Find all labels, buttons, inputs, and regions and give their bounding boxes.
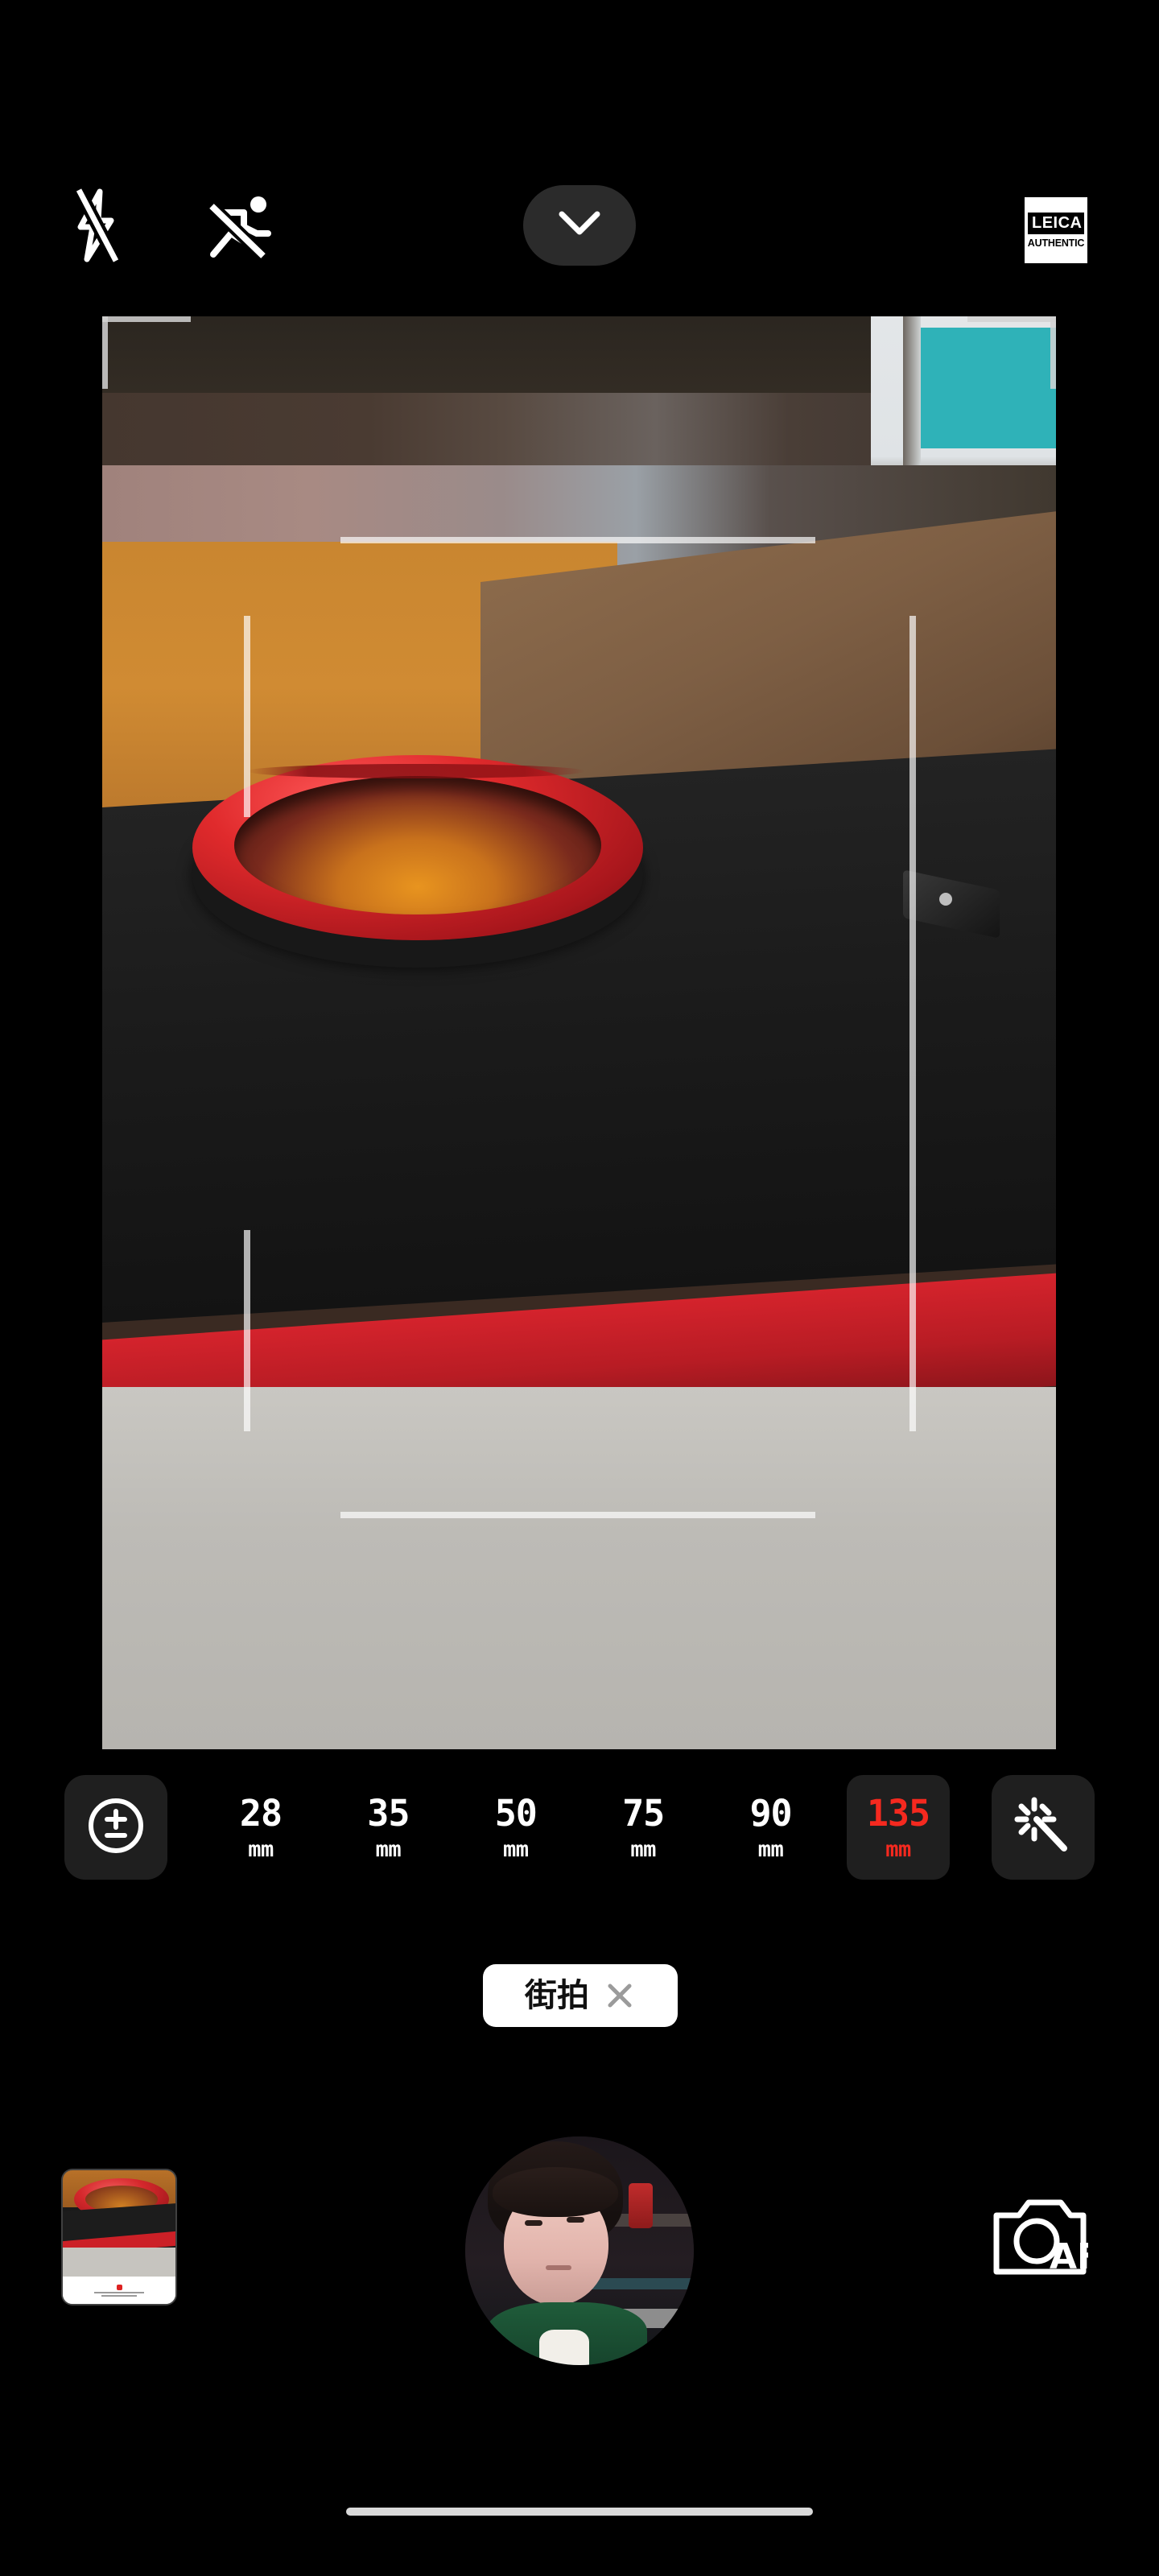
selfie-eye-right	[567, 2217, 584, 2223]
chevron-down-icon	[559, 211, 600, 241]
focal-option-135[interactable]: 135 mm	[846, 1775, 950, 1880]
camera-app-screen: LEICA AUTHENTIC 28 mm 35 mm 50 mm 75 mm …	[0, 0, 1159, 2576]
leica-authentic-label: AUTHENTIC	[1027, 237, 1085, 249]
svg-text:AF: AF	[1050, 2236, 1088, 2277]
scene-carpet	[102, 1387, 1056, 1749]
framing-guide-left-upper	[244, 616, 250, 817]
flash-off-icon	[66, 187, 127, 264]
expand-settings-button[interactable]	[523, 185, 636, 266]
focal-unit: mm	[630, 1836, 656, 1862]
flash-off-button[interactable]	[40, 161, 153, 290]
focal-option-75[interactable]: 75 mm	[592, 1775, 695, 1880]
ai-enhance-button[interactable]	[992, 1775, 1095, 1880]
shutter-button[interactable]	[465, 2136, 694, 2365]
focal-value: 90	[749, 1791, 792, 1835]
focal-unit: mm	[503, 1836, 529, 1862]
thumbnail-leica-caption	[63, 2277, 175, 2304]
framing-guide-top	[340, 537, 815, 543]
selfie-shelf-middle	[586, 2278, 694, 2289]
focal-length-options: 28 mm 35 mm 50 mm 75 mm 90 mm 135 mm	[209, 1775, 950, 1880]
focal-unit: mm	[375, 1836, 402, 1862]
focal-option-50[interactable]: 50 mm	[464, 1775, 567, 1880]
focal-value: 35	[367, 1791, 410, 1835]
focal-value: 135	[866, 1791, 930, 1835]
framing-guide-right	[909, 616, 916, 1431]
selfie-white-shirt	[539, 2330, 589, 2365]
thumb-carpet-band	[63, 2248, 175, 2277]
switch-camera-button[interactable]: AF	[984, 2182, 1101, 2294]
thumbnail-photo	[63, 2170, 175, 2277]
focal-length-toolbar: 28 mm 35 mm 50 mm 75 mm 90 mm 135 mm	[0, 1775, 1159, 1880]
camera-af-icon: AF	[992, 2194, 1101, 2282]
exposure-compensation-button[interactable]	[64, 1775, 167, 1880]
focal-option-90[interactable]: 90 mm	[720, 1775, 823, 1880]
leica-red-dot-icon	[116, 2284, 122, 2290]
filter-chip[interactable]: 街拍	[483, 1964, 678, 2027]
motion-capture-off-button[interactable]	[181, 161, 294, 290]
selfie-red-thermos	[629, 2183, 653, 2228]
caption-line-2	[101, 2294, 137, 2297]
scene-teal-screen	[918, 328, 1056, 448]
leica-wordmark: LEICA	[1028, 212, 1084, 234]
selfie-eye-left	[525, 2220, 542, 2226]
focal-unit: mm	[757, 1836, 784, 1862]
leica-authentic-badge: LEICA AUTHENTIC	[1025, 197, 1087, 263]
focal-option-35[interactable]: 35 mm	[336, 1775, 439, 1880]
viewfinder-preview[interactable]	[102, 316, 1056, 1749]
filter-chip-label: 街拍	[525, 1977, 589, 2014]
caption-line-1	[94, 2291, 144, 2293]
magic-wand-icon	[1013, 1795, 1074, 1860]
focal-value: 50	[494, 1791, 538, 1835]
scene-ring-engraving	[247, 764, 585, 778]
focal-value: 75	[622, 1791, 665, 1835]
focal-value: 28	[239, 1791, 283, 1835]
scene-bag-clip-highlight	[939, 893, 952, 906]
selfie-mouth	[546, 2265, 571, 2270]
exposure-compensation-icon	[85, 1795, 146, 1860]
home-indicator[interactable]	[346, 2508, 813, 2516]
focal-unit: mm	[885, 1836, 911, 1862]
motion-capture-off-icon	[199, 192, 276, 259]
scene-red-filter-ring	[192, 755, 643, 940]
framing-guide-bottom	[340, 1512, 815, 1518]
focal-unit: mm	[248, 1836, 274, 1862]
scene-ring-interior	[234, 776, 601, 914]
selfie-bangs	[493, 2167, 618, 2217]
focal-option-28[interactable]: 28 mm	[209, 1775, 312, 1880]
bottom-toolbar: AF	[0, 2109, 1159, 2367]
close-icon[interactable]	[604, 1979, 636, 2012]
gallery-thumbnail[interactable]	[63, 2170, 175, 2304]
top-toolbar	[0, 161, 1159, 290]
framing-guide-left-lower	[244, 1230, 250, 1431]
